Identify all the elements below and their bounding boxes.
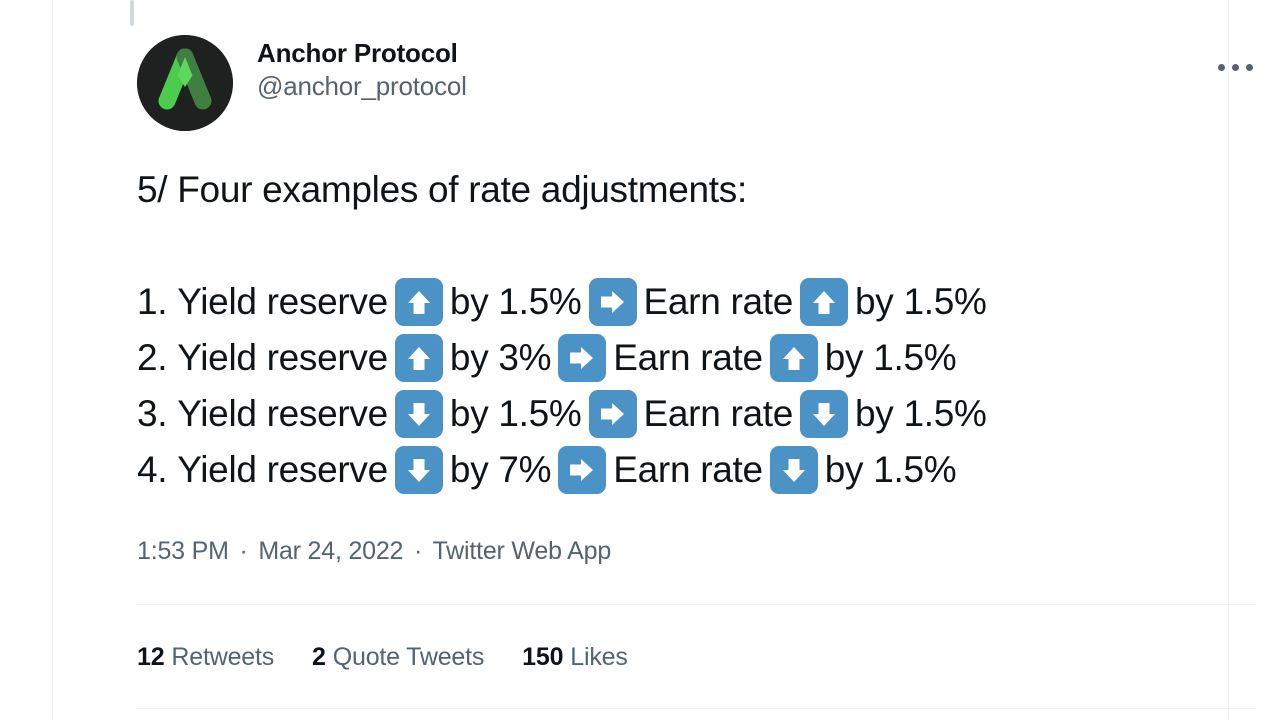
more-horizontal-icon-dot-2 [1231, 63, 1239, 71]
example-1-index: 1. [137, 281, 168, 322]
example-4-result: Earn rate [613, 449, 763, 490]
example-4-index: 4. [137, 449, 168, 490]
likes-label: Likes [570, 643, 628, 671]
tweet-example-line-3: 3. Yield reserve by 1.5% Earn rate by 1.… [137, 386, 1277, 442]
tweet-example-line-4: 4. Yield reserve by 7% Earn rate by 1.5% [137, 442, 1277, 498]
example-3-result: Earn rate [643, 393, 794, 434]
up-arrow-emoji [769, 334, 818, 382]
meta-separator-1: · [239, 537, 248, 565]
example-4-result-amount: by 1.5% [824, 449, 957, 490]
divider-above-stats [137, 604, 1257, 605]
example-4-subject: Yield reserve [177, 449, 388, 490]
up-arrow-emoji [394, 334, 443, 382]
divider-below-stats [137, 708, 1257, 709]
down-arrow-emoji [394, 446, 443, 494]
example-2-result: Earn rate [613, 337, 763, 378]
retweets-count: 12 [137, 643, 165, 671]
tweet-body-text: 5/ Four examples of rate adjustments: 1.… [137, 162, 1277, 498]
stat-retweets[interactable]: 12 Retweets [137, 640, 274, 674]
tweet-heading: 5/ Four examples of rate adjustments: [137, 169, 747, 210]
right-arrow-emoji [588, 278, 637, 326]
tweet-engagement-stats: 12 Retweets 2 Quote Tweets 150 Likes [137, 640, 666, 674]
example-4-subject-amount: by 7% [449, 449, 552, 490]
example-2-subject: Yield reserve [177, 337, 388, 378]
example-3-result-amount: by 1.5% [855, 393, 987, 434]
author-block[interactable]: Anchor Protocol @anchor_protocol [257, 37, 467, 103]
stat-quote-tweets[interactable]: 2 Quote Tweets [312, 640, 484, 674]
example-1-subject: Yield reserve [177, 281, 388, 322]
tweet-example-line-1: 1. Yield reserve by 1.5% Earn rate by 1.… [137, 274, 1277, 330]
more-options-button[interactable] [1205, 47, 1265, 87]
tweet-heading-line: 5/ Four examples of rate adjustments: [137, 162, 1277, 218]
example-1-subject-amount: by 1.5% [449, 281, 582, 322]
right-arrow-emoji [558, 446, 607, 494]
tweet-container: Anchor Protocol @anchor_protocol 5/ Four… [53, 0, 1257, 720]
tweet-time[interactable]: 1:53 PM [137, 537, 229, 565]
quote-tweets-label: Quote Tweets [332, 643, 485, 671]
example-1-result-amount: by 1.5% [855, 281, 987, 322]
author-handle: @anchor_protocol [257, 71, 467, 101]
up-arrow-emoji [394, 278, 443, 326]
example-1-result: Earn rate [643, 281, 794, 322]
down-arrow-emoji [394, 390, 443, 438]
likes-count: 150 [522, 643, 564, 671]
author-display-name: Anchor Protocol [257, 38, 458, 68]
example-3-subject: Yield reserve [177, 393, 388, 434]
more-horizontal-icon-dot-1 [1217, 63, 1225, 71]
right-arrow-emoji [558, 334, 607, 382]
anchor-protocol-logo-icon [137, 35, 233, 131]
tweet-example-line-2: 2. Yield reserve by 3% Earn rate by 1.5% [137, 330, 1277, 386]
quote-tweets-count: 2 [312, 643, 326, 671]
more-horizontal-icon-dot-3 [1245, 63, 1253, 71]
retweets-label: Retweets [171, 643, 275, 671]
example-3-index: 3. [137, 393, 168, 434]
tweet-date[interactable]: Mar 24, 2022 [258, 537, 403, 565]
right-arrow-emoji [588, 390, 637, 438]
stat-likes[interactable]: 150 Likes [522, 640, 628, 674]
tweet-header: Anchor Protocol @anchor_protocol [137, 35, 1280, 133]
tweet-page: Anchor Protocol @anchor_protocol 5/ Four… [0, 0, 1280, 720]
example-3-subject-amount: by 1.5% [449, 393, 582, 434]
avatar[interactable] [137, 35, 233, 131]
tweet-metadata: 1:53 PM · Mar 24, 2022 · Twitter Web App [137, 534, 611, 568]
up-arrow-emoji [800, 278, 849, 326]
example-2-result-amount: by 1.5% [824, 337, 957, 378]
down-arrow-emoji [800, 390, 849, 438]
tweet-source: Twitter Web App [432, 537, 612, 565]
down-arrow-emoji [769, 446, 818, 494]
example-2-subject-amount: by 3% [449, 337, 552, 378]
meta-separator-2: · [414, 537, 423, 565]
example-2-index: 2. [137, 337, 168, 378]
